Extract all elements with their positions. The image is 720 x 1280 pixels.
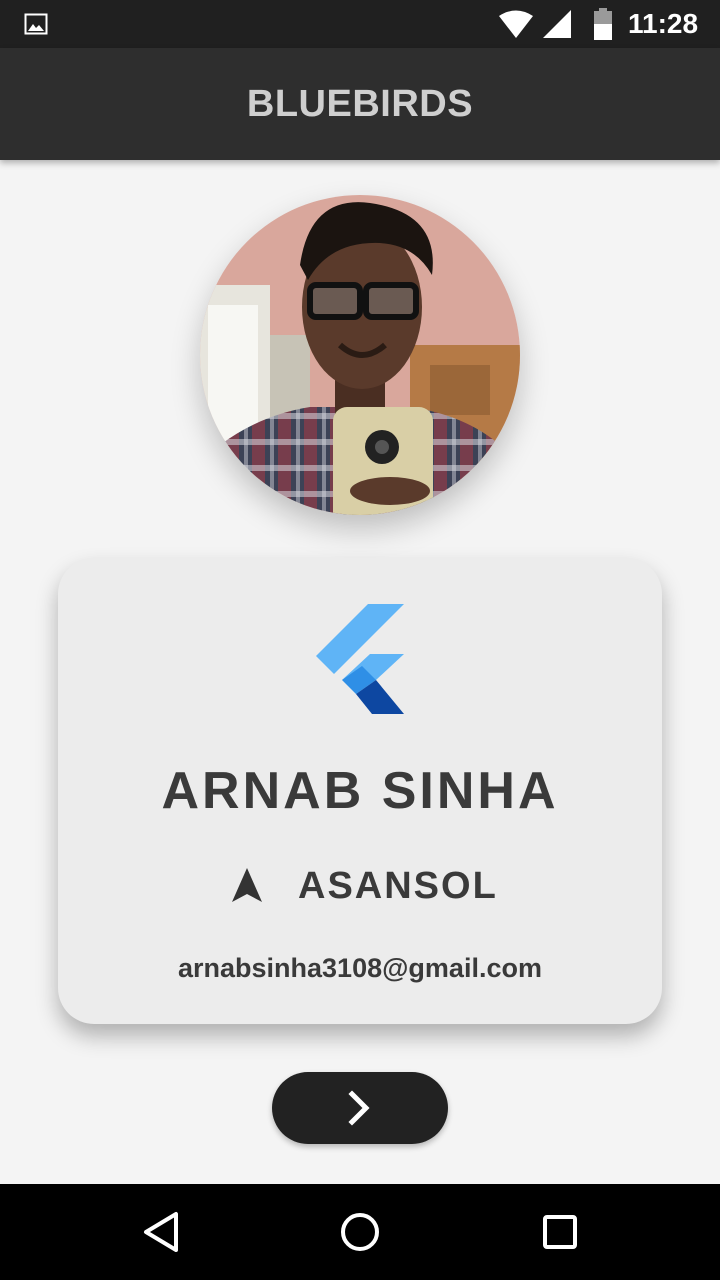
next-button[interactable]	[272, 1072, 448, 1144]
wifi-icon	[499, 10, 533, 38]
chevron-right-icon	[348, 1090, 370, 1126]
profile-name: ARNAB SINHA	[161, 762, 559, 820]
app-bar: BLUEBIRDS	[0, 48, 720, 160]
back-icon[interactable]	[140, 1210, 184, 1254]
status-time: 11:28	[628, 8, 699, 39]
profile-avatar	[200, 195, 520, 515]
home-icon[interactable]	[338, 1210, 382, 1254]
profile-email: arnabsinha3108@gmail.com	[178, 953, 542, 983]
battery-icon	[594, 8, 612, 40]
profile-location: ASANSOL	[298, 865, 498, 907]
cell-signal-icon	[543, 10, 571, 38]
gallery-notification-icon	[24, 13, 48, 35]
status-bar: 11:28	[0, 0, 720, 48]
app-title: BLUEBIRDS	[246, 83, 474, 125]
flutter-logo-icon	[316, 604, 404, 714]
recents-icon[interactable]	[540, 1212, 580, 1252]
profile-photo-image	[200, 195, 520, 515]
navigation-arrow-icon	[232, 868, 262, 902]
